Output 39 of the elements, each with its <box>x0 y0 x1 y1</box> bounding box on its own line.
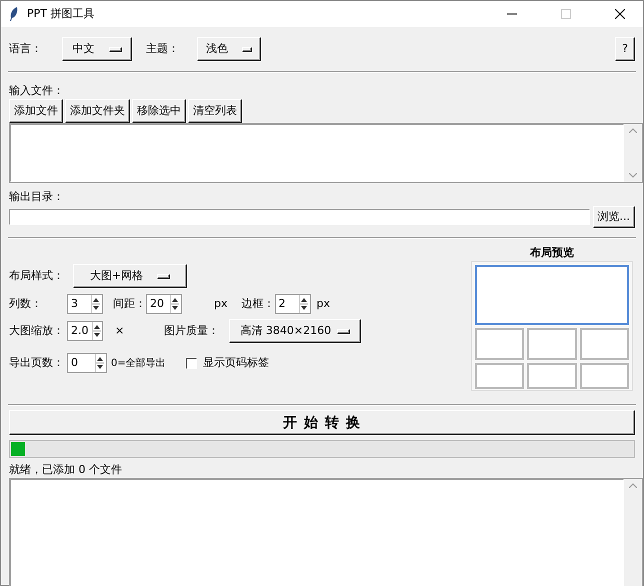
status-text: 就绪，已添加 0 个文件 <box>9 462 123 478</box>
px-label: px <box>214 296 228 312</box>
gap-label: 间距： <box>113 296 146 312</box>
layout-style-dropdown[interactable]: 大图+网格 <box>73 264 187 288</box>
window-title: PPT 拼图工具 <box>27 6 96 22</box>
file-action-button[interactable]: 添加文件 <box>9 99 63 123</box>
page-labels-label: 显示页码标签 <box>202 354 269 371</box>
theme-dropdown[interactable]: 浅色 <box>197 37 261 61</box>
gap-spinbox[interactable]: 20 <box>146 294 182 314</box>
scale-spinbox[interactable]: 2.0 <box>67 321 103 341</box>
pages-spinbox[interactable]: 0 <box>67 353 107 373</box>
input-files-label: 输入文件： <box>9 83 65 99</box>
feather-icon <box>9 7 19 21</box>
browse-button[interactable]: 浏览... <box>592 206 635 228</box>
preview-title: 布局预览 <box>528 245 575 261</box>
file-action-button[interactable]: 移除选中 <box>132 99 186 123</box>
page-labels-checkbox[interactable] <box>186 358 197 368</box>
output-dir-field[interactable] <box>9 209 590 225</box>
scale-label: 大图缩放： <box>9 322 65 339</box>
output-dir-label: 输出目录： <box>9 189 65 205</box>
layout-style-label: 布局样式： <box>9 268 65 284</box>
pages-hint: 0=全部导出 <box>111 356 166 370</box>
border-label: 边框： <box>242 296 274 312</box>
times-label: × <box>115 322 124 339</box>
border-spinbox[interactable]: 2 <box>274 294 310 314</box>
file-action-button[interactable]: 添加文件夹 <box>65 99 130 123</box>
start-button[interactable]: 开 始 转 换 <box>9 410 635 435</box>
language-dropdown[interactable]: 中文 <box>62 37 132 61</box>
px-label: px <box>316 296 330 312</box>
columns-spinbox[interactable]: 3 <box>67 294 103 314</box>
quality-label: 图片质量： <box>164 322 220 339</box>
language-label: 语言： <box>9 40 42 57</box>
theme-label: 主题： <box>146 40 179 57</box>
columns-label: 列数： <box>9 296 43 312</box>
close-icon[interactable] <box>615 9 625 19</box>
quality-dropdown[interactable]: 高清 3840×2160 <box>229 319 362 343</box>
pages-label: 导出页数： <box>9 354 65 371</box>
file-action-button[interactable]: 清空列表 <box>188 99 242 123</box>
help-button[interactable]: ? <box>615 37 635 61</box>
